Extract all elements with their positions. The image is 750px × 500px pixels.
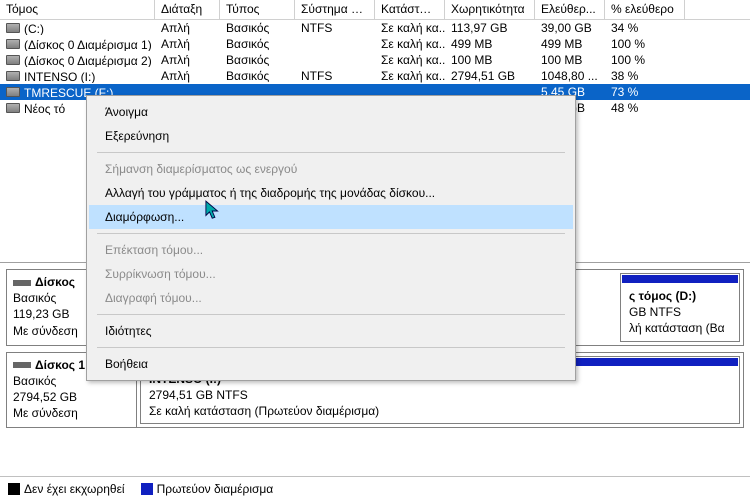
cell-pctfree: 48 % xyxy=(605,101,685,115)
ctx-change-letter[interactable]: Αλλαγή του γράμματος ή της διαδρομής της… xyxy=(89,181,573,205)
ctx-delete: Διαγραφή τόμου... xyxy=(89,286,573,310)
cell-layout: Απλή xyxy=(155,53,220,67)
cell-type: Βασικός xyxy=(220,37,295,51)
volume-name: (Δίσκος 0 Διαμέρισμα 1) xyxy=(24,37,152,51)
table-row[interactable]: INTENSO (I:) Απλή Βασικός NTFS Σε καλή κ… xyxy=(0,68,750,84)
cell-pctfree: 34 % xyxy=(605,21,685,35)
volume-name: (C:) xyxy=(24,21,44,35)
ctx-properties[interactable]: Ιδιότητες xyxy=(89,319,573,343)
cell-status: Σε καλή κα... xyxy=(375,69,445,83)
volume-icon xyxy=(6,55,20,65)
cell-pctfree: 100 % xyxy=(605,37,685,51)
volume-icon xyxy=(6,23,20,33)
cell-type: Βασικός xyxy=(220,21,295,35)
cell-status: Σε καλή κα... xyxy=(375,37,445,51)
ctx-open[interactable]: Άνοιγμα xyxy=(89,100,573,124)
legend-primary: Πρωτεύον διαμέρισμα xyxy=(141,482,274,496)
col-status[interactable]: Κατάσταση xyxy=(375,0,445,19)
table-row[interactable]: (Δίσκος 0 Διαμέρισμα 1) Απλή Βασικός Σε … xyxy=(0,36,750,52)
legend: Δεν έχει εκχωρηθεί Πρωτεύον διαμέρισμα xyxy=(0,476,750,500)
volume-icon xyxy=(6,103,20,113)
legend-unallocated-label: Δεν έχει εκχωρηθεί xyxy=(24,482,125,496)
disk-title: Δίσκος 1 xyxy=(35,358,85,372)
cell-status: Σε καλή κα... xyxy=(375,53,445,67)
legend-primary-label: Πρωτεύον διαμέρισμα xyxy=(157,482,274,496)
volume-name: (Δίσκος 0 Διαμέρισμα 2) xyxy=(24,53,152,67)
partition-fs: GB NTFS xyxy=(629,305,681,319)
col-filesystem[interactable]: Σύστημα αρ... xyxy=(295,0,375,19)
partition-status: Σε καλή κατάσταση (Πρωτεύον διαμέρισμα) xyxy=(149,404,379,418)
volume-table-header: Τόμος Διάταξη Τύπος Σύστημα αρ... Κατάστ… xyxy=(0,0,750,20)
ctx-shrink: Συρρίκνωση τόμου... xyxy=(89,262,573,286)
ctx-mark-active: Σήμανση διαμερίσματος ως ενεργού xyxy=(89,157,573,181)
ctx-help[interactable]: Βοήθεια xyxy=(89,352,573,376)
volume-name: INTENSO (I:) xyxy=(24,69,95,83)
cell-capacity: 113,97 GB xyxy=(445,21,535,35)
cell-free: 1048,80 ... xyxy=(535,69,605,83)
table-row[interactable]: (Δίσκος 0 Διαμέρισμα 2) Απλή Βασικός Σε … xyxy=(0,52,750,68)
cell-status: Σε καλή κα... xyxy=(375,21,445,35)
cell-type: Βασικός xyxy=(220,69,295,83)
cell-capacity: 2794,51 GB xyxy=(445,69,535,83)
partition-stripe xyxy=(622,275,738,283)
cell-layout: Απλή xyxy=(155,37,220,51)
cell-fs: NTFS xyxy=(295,21,375,35)
col-volume[interactable]: Τόμος xyxy=(0,0,155,19)
cell-capacity: 100 MB xyxy=(445,53,535,67)
col-layout[interactable]: Διάταξη xyxy=(155,0,220,19)
ctx-explore[interactable]: Εξερεύνηση xyxy=(89,124,573,148)
col-free[interactable]: Ελεύθερ... xyxy=(535,0,605,19)
volume-icon xyxy=(6,71,20,81)
cell-free: 39,00 GB xyxy=(535,21,605,35)
disk-size: 2794,52 GB xyxy=(13,389,130,405)
disk-icon xyxy=(13,362,31,368)
volume-name: Νέος τό xyxy=(24,101,65,115)
ctx-separator xyxy=(97,152,565,153)
ctx-separator xyxy=(97,314,565,315)
partition-title: ς τόμος (D:) xyxy=(629,289,696,303)
volume-icon xyxy=(6,87,20,97)
cell-free: 100 MB xyxy=(535,53,605,67)
cell-pctfree: 73 % xyxy=(605,85,685,99)
cell-free: 499 MB xyxy=(535,37,605,51)
swatch-black-icon xyxy=(8,483,20,495)
disk-icon xyxy=(13,280,31,286)
col-pctfree[interactable]: % ελεύθερο xyxy=(605,0,685,19)
partition[interactable]: ς τόμος (D:) GB NTFS λή κατάσταση (Βα xyxy=(620,273,740,342)
cell-pctfree: 38 % xyxy=(605,69,685,83)
table-row[interactable]: (C:) Απλή Βασικός NTFS Σε καλή κα... 113… xyxy=(0,20,750,36)
ctx-extend: Επέκταση τόμου... xyxy=(89,238,573,262)
context-menu: Άνοιγμα Εξερεύνηση Σήμανση διαμερίσματος… xyxy=(86,95,576,381)
volume-icon xyxy=(6,39,20,49)
cell-fs: NTFS xyxy=(295,69,375,83)
disk-state: Με σύνδεση xyxy=(13,405,130,421)
legend-unallocated: Δεν έχει εκχωρηθεί xyxy=(8,482,125,496)
cell-layout: Απλή xyxy=(155,21,220,35)
partition-status: λή κατάσταση (Βα xyxy=(629,321,725,335)
col-capacity[interactable]: Χωρητικότητα xyxy=(445,0,535,19)
partition-fs: 2794,51 GB NTFS xyxy=(149,388,248,402)
cell-layout: Απλή xyxy=(155,69,220,83)
ctx-separator xyxy=(97,347,565,348)
cell-capacity: 499 MB xyxy=(445,37,535,51)
ctx-separator xyxy=(97,233,565,234)
disk-title: Δίσκος xyxy=(35,275,75,289)
cell-pctfree: 100 % xyxy=(605,53,685,67)
ctx-format[interactable]: Διαμόρφωση... xyxy=(89,205,573,229)
col-type[interactable]: Τύπος xyxy=(220,0,295,19)
swatch-blue-icon xyxy=(141,483,153,495)
cell-type: Βασικός xyxy=(220,53,295,67)
